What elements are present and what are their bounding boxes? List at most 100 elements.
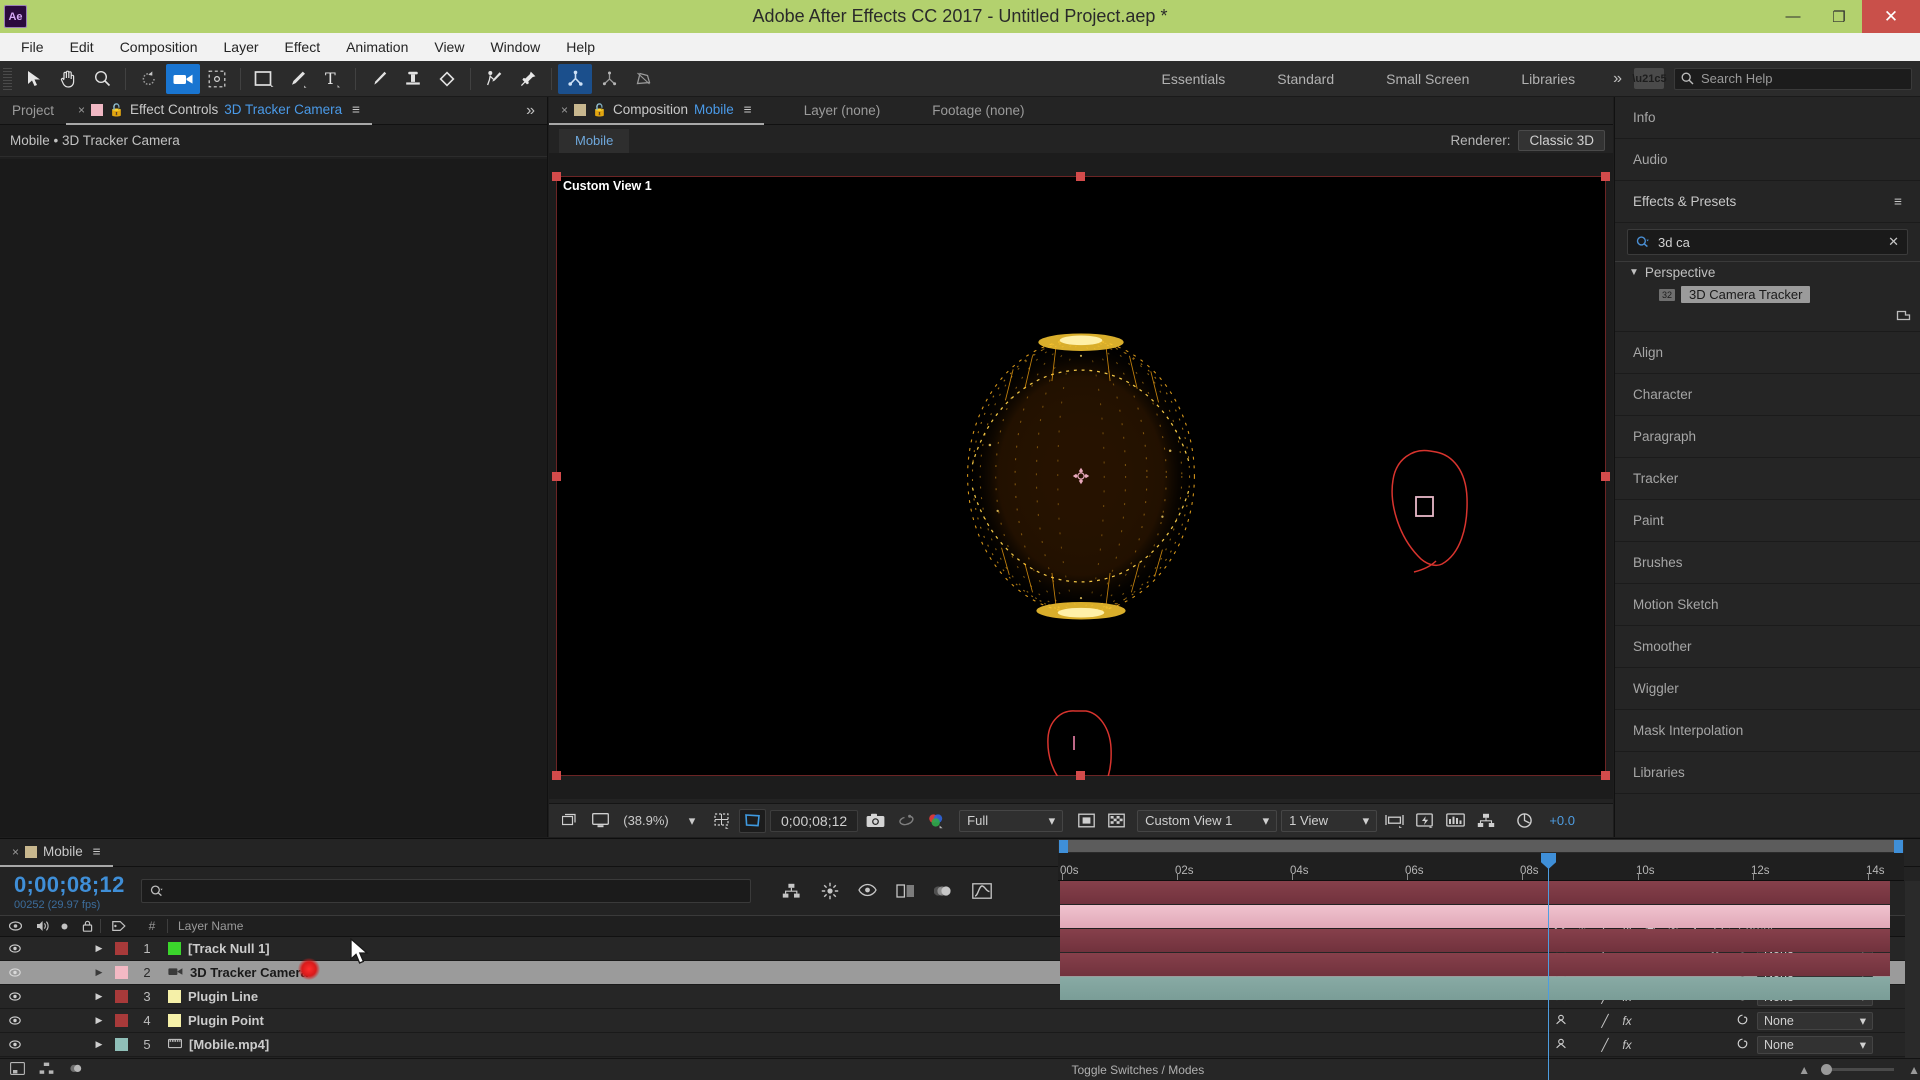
lock-icon[interactable]: 🔓 [109, 103, 124, 117]
close-button[interactable]: ✕ [1862, 0, 1920, 33]
layer-bar[interactable] [1060, 953, 1890, 976]
view-count-dropdown[interactable]: 1 View ▾ [1281, 809, 1378, 832]
minimize-button[interactable]: — [1770, 0, 1816, 33]
panel-align[interactable]: Align [1615, 332, 1920, 374]
motion-blur-icon[interactable] [925, 877, 963, 905]
panel-smoother[interactable]: Smoother [1615, 626, 1920, 668]
work-area-bar[interactable] [1058, 839, 1904, 854]
layer-toggles-blank[interactable] [30, 985, 88, 1008]
menu-animation[interactable]: Animation [333, 36, 421, 58]
time-ruler[interactable]: 00s 02s 04s 06s 08s 10s 12s 14s [1058, 853, 1904, 881]
zoom-level-value[interactable]: (38.9%) [617, 809, 675, 833]
workspace-small-screen[interactable]: Small Screen [1360, 71, 1495, 87]
composition-stage[interactable]: Custom View 1 [552, 172, 1610, 780]
selection-tool[interactable] [17, 64, 51, 94]
panel-info[interactable]: Info [1615, 97, 1920, 139]
panel-audio[interactable]: Audio [1615, 139, 1920, 181]
workspace-overflow-icon[interactable]: » [1601, 70, 1634, 88]
toggle-viewer-mask-icon[interactable] [1073, 809, 1099, 833]
menu-window[interactable]: Window [477, 36, 553, 58]
timeline-zoom-in-icon[interactable]: ▲ [1908, 1063, 1920, 1077]
effect-3d-camera-tracker[interactable]: 32 3D Camera Tracker [1615, 283, 1920, 306]
toggle-switches-modes-label[interactable]: Toggle Switches / Modes [1071, 1063, 1204, 1077]
timeline-search-input[interactable] [140, 879, 751, 903]
layer-toggles-blank[interactable] [30, 1009, 88, 1032]
type-tool[interactable]: T [315, 64, 349, 94]
pen-tool[interactable] [281, 64, 315, 94]
layer-visibility-toggle[interactable] [0, 985, 30, 1008]
effects-search-input[interactable]: ✕ [1627, 229, 1908, 255]
left-panel-overflow-icon[interactable]: » [514, 102, 547, 120]
menu-view[interactable]: View [421, 36, 477, 58]
clear-search-icon[interactable]: ✕ [1888, 234, 1899, 250]
puppet-starch-pin-icon[interactable] [592, 64, 626, 94]
tab-composition[interactable]: × 🔓 Composition Mobile ≡ [549, 97, 764, 125]
timeline-menu-icon[interactable]: ≡ [93, 844, 101, 859]
layer-disclosure-triangle[interactable]: ▶ [88, 1009, 110, 1032]
layer-label-color[interactable] [110, 937, 132, 960]
clone-stamp-tool[interactable] [396, 64, 430, 94]
composition-viewer[interactable]: Custom View 1 [549, 153, 1613, 799]
tab-effect-controls[interactable]: × 🔓 Effect Controls 3D Tracker Camera ≡ [66, 97, 372, 125]
effects-presets-menu-icon[interactable]: ≡ [1894, 194, 1902, 209]
layer-label-color[interactable] [110, 1009, 132, 1032]
layer-disclosure-triangle[interactable]: ▶ [88, 985, 110, 1008]
shape-tool[interactable] [247, 64, 281, 94]
show-snapshot-icon[interactable] [893, 809, 919, 833]
comp-subtab-mobile[interactable]: Mobile [559, 129, 630, 153]
layer-label-color[interactable] [110, 985, 132, 1008]
work-area-start-handle[interactable] [1059, 840, 1068, 854]
exposure-reset-icon[interactable] [1511, 809, 1537, 833]
layer-disclosure-triangle[interactable]: ▶ [88, 961, 110, 984]
draft-3d-icon[interactable] [811, 877, 849, 905]
snapshot-icon[interactable] [862, 809, 889, 833]
new-comp-icon[interactable] [10, 1061, 25, 1078]
region-of-interest-icon[interactable] [739, 808, 766, 833]
zoom-tool[interactable] [85, 64, 119, 94]
layer-bar[interactable] [1060, 881, 1890, 904]
pan-behind-tool[interactable] [200, 64, 234, 94]
toolbar-grip[interactable] [3, 67, 12, 90]
layer-bar[interactable] [1060, 977, 1890, 1000]
hide-shy-layers-icon[interactable] [849, 877, 887, 905]
main-viewer-icon[interactable] [587, 809, 613, 833]
menu-edit[interactable]: Edit [57, 36, 107, 58]
panel-mask-interpolation[interactable]: Mask Interpolation [1615, 710, 1920, 752]
tab-project[interactable]: Project [0, 97, 66, 125]
pixel-aspect-correction-icon[interactable] [1381, 809, 1408, 833]
restore-button[interactable]: ❐ [1816, 0, 1862, 33]
camera-tool[interactable] [166, 63, 200, 94]
panel-wiggler[interactable]: Wiggler [1615, 668, 1920, 710]
panel-paragraph[interactable]: Paragraph [1615, 416, 1920, 458]
panel-character[interactable]: Character [1615, 374, 1920, 416]
timeline-graph-area[interactable]: 00s 02s 04s 06s 08s 10s 12s 14s [1058, 839, 1920, 1080]
motion-blur-status-icon[interactable] [68, 1062, 83, 1078]
disclosure-triangle-icon[interactable]: ▼ [1629, 267, 1639, 278]
hand-tool[interactable] [51, 64, 85, 94]
always-preview-icon[interactable] [557, 809, 583, 833]
comp-lock-icon[interactable]: 🔓 [592, 103, 607, 117]
timeline-icon[interactable] [1442, 809, 1469, 833]
playhead[interactable] [1541, 853, 1556, 1080]
layer-label-color[interactable] [110, 961, 132, 984]
layer-visibility-toggle[interactable] [0, 937, 30, 960]
layer-toggles-blank[interactable] [30, 1033, 88, 1056]
tab-timeline-mobile[interactable]: × Mobile ≡ [0, 839, 113, 867]
layer-bar[interactable] [1060, 905, 1890, 928]
workspace-essentials[interactable]: Essentials [1135, 71, 1251, 87]
comp-flowchart-status-icon[interactable] [39, 1062, 54, 1078]
layer-visibility-toggle[interactable] [0, 961, 30, 984]
panel-brushes[interactable]: Brushes [1615, 542, 1920, 584]
timeline-zoom-slider[interactable] [1821, 1064, 1895, 1075]
roto-brush-tool[interactable] [477, 64, 511, 94]
timeline-vertical-scrollbar[interactable] [1905, 881, 1920, 1058]
layer-label-color[interactable] [110, 1033, 132, 1056]
menu-composition[interactable]: Composition [107, 36, 211, 58]
resolution-dropdown[interactable]: Full ▾ [959, 809, 1064, 832]
tab-close-icon[interactable]: × [78, 103, 85, 117]
panel-paint[interactable]: Paint [1615, 500, 1920, 542]
composition-mini-flowchart-icon[interactable] [773, 877, 811, 905]
workspace-standard[interactable]: Standard [1251, 71, 1360, 87]
channel-icon[interactable] [923, 809, 949, 833]
comp-panel-menu-icon[interactable]: ≡ [744, 102, 752, 117]
